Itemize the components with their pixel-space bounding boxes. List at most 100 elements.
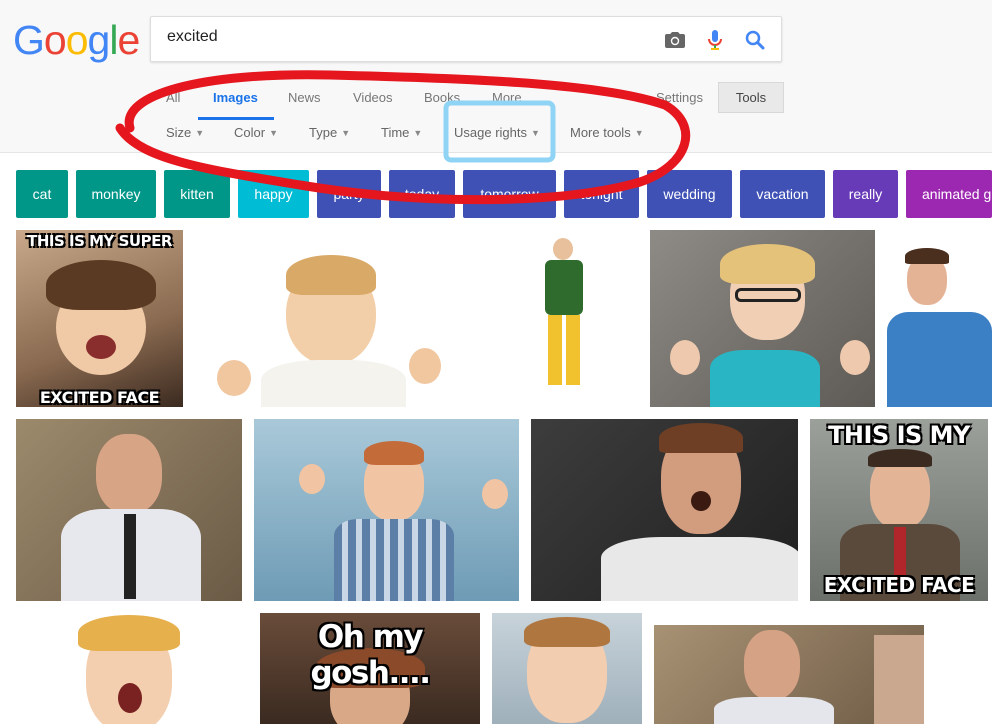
google-logo[interactable]: Google bbox=[13, 17, 140, 64]
top-shape bbox=[710, 350, 820, 407]
image-result-baby-super-excited[interactable]: THIS IS MY SUPER EXCITED FACE bbox=[16, 230, 183, 407]
shirt-shape bbox=[601, 537, 798, 601]
tab-more[interactable]: More bbox=[492, 90, 522, 105]
logo-letter: g bbox=[87, 17, 111, 63]
fist-shape bbox=[217, 360, 251, 396]
hair-shape bbox=[364, 441, 424, 465]
hair-shape bbox=[46, 260, 156, 310]
search-icon[interactable] bbox=[743, 28, 767, 52]
chip-party[interactable]: party bbox=[317, 170, 381, 218]
meme-top-text: THIS IS MY SUPER bbox=[27, 232, 172, 250]
tab-images[interactable]: Images bbox=[213, 90, 258, 105]
tab-videos[interactable]: Videos bbox=[353, 90, 393, 105]
filter-color[interactable]: Color ▼ bbox=[234, 125, 278, 140]
image-result-mr-bean[interactable]: THIS IS MY EXCITED FACE bbox=[810, 419, 988, 601]
filter-type[interactable]: Type ▼ bbox=[309, 125, 350, 140]
image-result-man-clapping[interactable] bbox=[16, 419, 242, 601]
filter-more-tools[interactable]: More tools ▼ bbox=[570, 125, 644, 140]
microphone-icon[interactable] bbox=[703, 28, 727, 52]
chip-animated-gif[interactable]: animated gif bbox=[906, 170, 992, 218]
caret-down-icon: ▼ bbox=[413, 128, 423, 138]
hair-shape bbox=[524, 617, 610, 647]
chip-tomorrow[interactable]: tomorrow bbox=[463, 170, 556, 218]
chip-wedding[interactable]: wedding bbox=[647, 170, 732, 218]
chip-today[interactable]: today bbox=[389, 170, 455, 218]
camera-icon[interactable] bbox=[663, 28, 687, 52]
leg-shape bbox=[566, 315, 580, 385]
mouth-shape bbox=[86, 335, 116, 359]
image-result-man-blue-shirt[interactable] bbox=[887, 230, 992, 407]
hair-shape bbox=[286, 255, 376, 295]
chip-really[interactable]: really bbox=[833, 170, 898, 218]
image-result-woman-glasses[interactable] bbox=[650, 230, 875, 407]
face-shape bbox=[96, 434, 162, 514]
glasses-shape bbox=[735, 288, 801, 302]
filter-size[interactable]: Size ▼ bbox=[166, 125, 204, 140]
caret-down-icon: ▼ bbox=[269, 128, 278, 138]
tab-news[interactable]: News bbox=[288, 90, 321, 105]
caret-down-icon: ▼ bbox=[634, 128, 644, 138]
shirt-shape bbox=[714, 697, 834, 724]
chip-vacation[interactable]: vacation bbox=[740, 170, 825, 218]
fist-shape bbox=[482, 479, 508, 509]
filter-label: Usage rights bbox=[454, 125, 527, 140]
fist-shape bbox=[409, 348, 441, 384]
meme-bottom-text: EXCITED FACE bbox=[823, 573, 975, 597]
image-result-toddler-beach[interactable] bbox=[492, 613, 642, 724]
shirt-shape bbox=[261, 360, 406, 407]
head-shape bbox=[553, 238, 573, 260]
image-result-girl-screaming[interactable] bbox=[16, 613, 248, 724]
elf-coat-shape bbox=[545, 260, 583, 315]
image-result-boy-arms-up[interactable] bbox=[254, 419, 519, 601]
caret-down-icon: ▼ bbox=[195, 128, 205, 138]
tab-books[interactable]: Books bbox=[424, 90, 460, 105]
hair-shape bbox=[905, 248, 949, 264]
filter-label: Size bbox=[166, 125, 192, 140]
tab-all[interactable]: All bbox=[166, 90, 180, 105]
filter-label: More tools bbox=[570, 125, 631, 140]
image-result-man-cheering-kitchen[interactable] bbox=[654, 625, 924, 724]
fist-shape bbox=[299, 464, 325, 494]
chip-cat[interactable]: cat bbox=[16, 170, 68, 218]
fist-shape bbox=[840, 340, 870, 375]
chip-tonight[interactable]: tonight bbox=[564, 170, 639, 218]
image-result-elf[interactable] bbox=[453, 230, 642, 407]
search-tabs: All Images News Videos Books More bbox=[0, 82, 992, 118]
leg-shape bbox=[548, 315, 562, 385]
mouth-shape bbox=[118, 683, 142, 713]
search-input[interactable] bbox=[165, 27, 649, 47]
chip-happy[interactable]: happy bbox=[238, 170, 309, 218]
caret-down-icon: ▼ bbox=[341, 128, 351, 138]
meme-top-text: Oh my gosh.... bbox=[310, 619, 431, 691]
shirt-shape bbox=[887, 312, 992, 407]
fist-shape bbox=[670, 340, 700, 375]
logo-letter: e bbox=[117, 17, 140, 63]
header-bar: Google All Images News Videos Books More… bbox=[0, 0, 992, 153]
image-result-man-surprised[interactable] bbox=[531, 419, 798, 601]
tie-shape bbox=[124, 514, 136, 599]
filter-label: Time bbox=[381, 125, 410, 140]
chip-monkey[interactable]: monkey bbox=[76, 170, 156, 218]
image-result-toddler-fists[interactable] bbox=[191, 230, 445, 407]
mouth-shape bbox=[691, 491, 711, 511]
filter-label: Type bbox=[309, 125, 338, 140]
person-edge-shape bbox=[874, 635, 924, 724]
tools-button[interactable]: Tools bbox=[718, 82, 784, 113]
filter-usage-rights[interactable]: Usage rights ▼ bbox=[454, 125, 540, 140]
meme-top-text: THIS IS MY bbox=[828, 421, 970, 449]
chip-kitten[interactable]: kitten bbox=[164, 170, 230, 218]
hair-shape bbox=[659, 423, 743, 453]
logo-letter: l bbox=[109, 17, 118, 63]
hair-shape bbox=[868, 449, 932, 467]
logo-letter: o bbox=[65, 17, 89, 63]
search-box bbox=[150, 16, 782, 62]
settings-link[interactable]: Settings bbox=[656, 90, 703, 105]
face-shape bbox=[744, 630, 800, 700]
filter-label: Color bbox=[234, 125, 266, 140]
logo-letter: G bbox=[13, 17, 45, 63]
plaid-shirt-shape bbox=[334, 519, 454, 601]
image-result-oh-my-gosh[interactable]: Oh my gosh.... bbox=[260, 613, 480, 724]
active-tab-indicator bbox=[198, 117, 274, 120]
meme-bottom-text: EXCITED FACE bbox=[39, 388, 160, 407]
filter-time[interactable]: Time ▼ bbox=[381, 125, 422, 140]
